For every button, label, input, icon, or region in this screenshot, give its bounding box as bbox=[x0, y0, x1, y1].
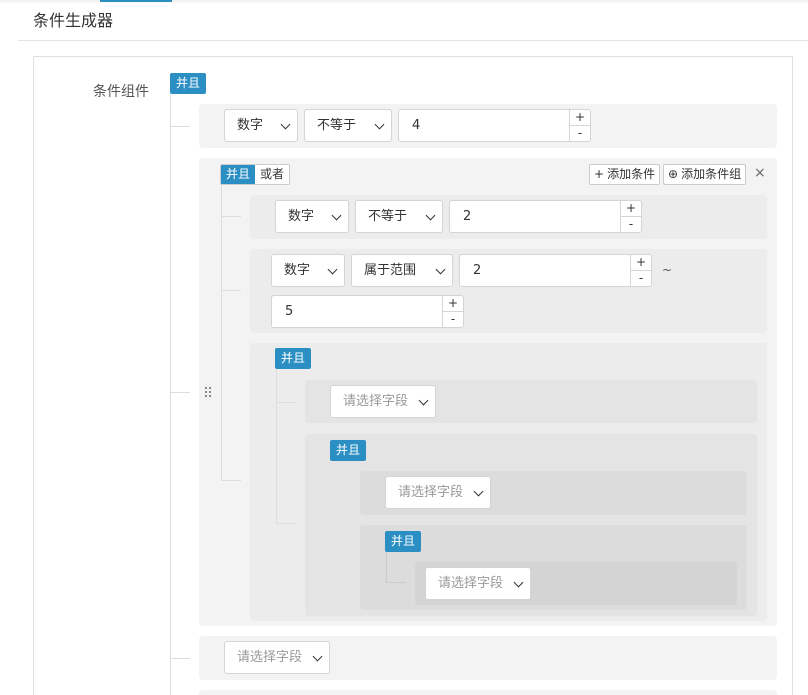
title-divider bbox=[18, 40, 808, 41]
value-text: 4 bbox=[412, 118, 421, 133]
field-select-value: 数字 bbox=[284, 263, 311, 278]
value-number-input[interactable]: 4 + - bbox=[398, 109, 591, 142]
field-select[interactable]: 请选择字段 bbox=[330, 385, 436, 418]
operator-select-value: 不等于 bbox=[317, 118, 357, 133]
operator-select[interactable]: 属于范围 bbox=[351, 254, 453, 287]
root-tree-line bbox=[170, 94, 171, 695]
field-select-placeholder: 请选择字段 bbox=[343, 394, 409, 409]
page-title: 条件生成器 bbox=[33, 11, 114, 30]
plus-icon: + bbox=[594, 167, 605, 181]
increment-button[interactable]: + bbox=[570, 110, 590, 126]
increment-button[interactable]: + bbox=[443, 296, 463, 312]
tree-branch bbox=[221, 480, 241, 481]
tree-branch bbox=[221, 290, 241, 291]
field-select-value: 数字 bbox=[288, 209, 315, 224]
tree-branch bbox=[170, 658, 190, 659]
field-select[interactable]: 请选择字段 bbox=[385, 476, 491, 509]
field-label: 条件组件 bbox=[93, 84, 149, 100]
group-tree-line bbox=[221, 185, 222, 481]
tree-branch bbox=[386, 582, 406, 583]
conjunction-or[interactable]: 或者 bbox=[255, 165, 290, 184]
chevron-down-icon bbox=[513, 577, 524, 588]
drag-handle-icon[interactable] bbox=[205, 387, 213, 398]
chevron-down-icon bbox=[418, 395, 429, 406]
operator-select-value: 不等于 bbox=[368, 209, 408, 224]
decrement-button[interactable]: - bbox=[570, 126, 590, 142]
chevron-down-icon bbox=[435, 264, 446, 275]
field-select[interactable]: 数字 bbox=[224, 109, 298, 142]
group-conjunction-and[interactable]: 并且 bbox=[385, 531, 422, 552]
chevron-down-icon bbox=[280, 119, 291, 130]
tree-branch bbox=[170, 126, 190, 127]
range-from-input[interactable]: 2 + - bbox=[459, 254, 652, 287]
tree-branch bbox=[221, 216, 241, 217]
tree-branch bbox=[170, 392, 190, 393]
group-conjunction-and[interactable]: 并且 bbox=[275, 348, 312, 369]
field-select[interactable]: 请选择字段 bbox=[224, 641, 330, 674]
top-nav-bar bbox=[0, 0, 808, 4]
value-number-input[interactable]: 2 + - bbox=[449, 200, 642, 233]
chevron-down-icon bbox=[374, 119, 385, 130]
conjunction-and[interactable]: 并且 bbox=[221, 165, 256, 184]
chevron-down-icon bbox=[425, 210, 436, 221]
tree-branch bbox=[276, 402, 296, 403]
field-select-placeholder: 请选择字段 bbox=[398, 485, 464, 500]
field-select-value: 数字 bbox=[237, 118, 264, 133]
value-text: 2 bbox=[463, 209, 472, 224]
add-group-button[interactable]: ⊕ 添加条件组 bbox=[663, 164, 747, 185]
value-text: 2 bbox=[473, 263, 482, 278]
field-select[interactable]: 数字 bbox=[271, 254, 345, 287]
chevron-down-icon bbox=[331, 210, 342, 221]
field-select[interactable]: 请选择字段 bbox=[425, 567, 531, 600]
plus-circle-icon: ⊕ bbox=[668, 167, 679, 181]
chevron-down-icon bbox=[473, 486, 484, 497]
value-text: 5 bbox=[285, 304, 294, 319]
chevron-down-icon bbox=[312, 651, 323, 662]
decrement-button[interactable]: - bbox=[443, 312, 463, 328]
group-tree-line bbox=[276, 369, 277, 524]
tree-branch bbox=[276, 523, 296, 524]
condition-row bbox=[199, 690, 777, 695]
field-select-placeholder: 请选择字段 bbox=[237, 650, 303, 665]
add-condition-label: 添加条件 bbox=[607, 167, 656, 181]
operator-select[interactable]: 不等于 bbox=[304, 109, 392, 142]
group-conjunction-toggle[interactable]: 并且 或者 bbox=[220, 164, 291, 185]
add-group-label: 添加条件组 bbox=[681, 167, 742, 181]
root-conjunction-and[interactable]: 并且 bbox=[170, 73, 207, 94]
add-condition-button[interactable]: + 添加条件 bbox=[589, 164, 661, 185]
increment-button[interactable]: + bbox=[621, 201, 641, 217]
operator-select[interactable]: 不等于 bbox=[355, 200, 443, 233]
close-icon[interactable]: × bbox=[754, 166, 766, 180]
increment-button[interactable]: + bbox=[631, 255, 651, 271]
chevron-down-icon bbox=[327, 264, 338, 275]
decrement-button[interactable]: - bbox=[621, 217, 641, 233]
field-select[interactable]: 数字 bbox=[275, 200, 349, 233]
decrement-button[interactable]: - bbox=[631, 271, 651, 287]
group-tree-line bbox=[386, 552, 387, 582]
range-to-input[interactable]: 5 + - bbox=[271, 295, 464, 328]
group-conjunction-and[interactable]: 并且 bbox=[330, 440, 367, 461]
active-tab-indicator bbox=[100, 0, 172, 2]
operator-select-value: 属于范围 bbox=[364, 263, 417, 278]
field-select-placeholder: 请选择字段 bbox=[438, 576, 504, 591]
range-separator: ~ bbox=[662, 263, 673, 277]
